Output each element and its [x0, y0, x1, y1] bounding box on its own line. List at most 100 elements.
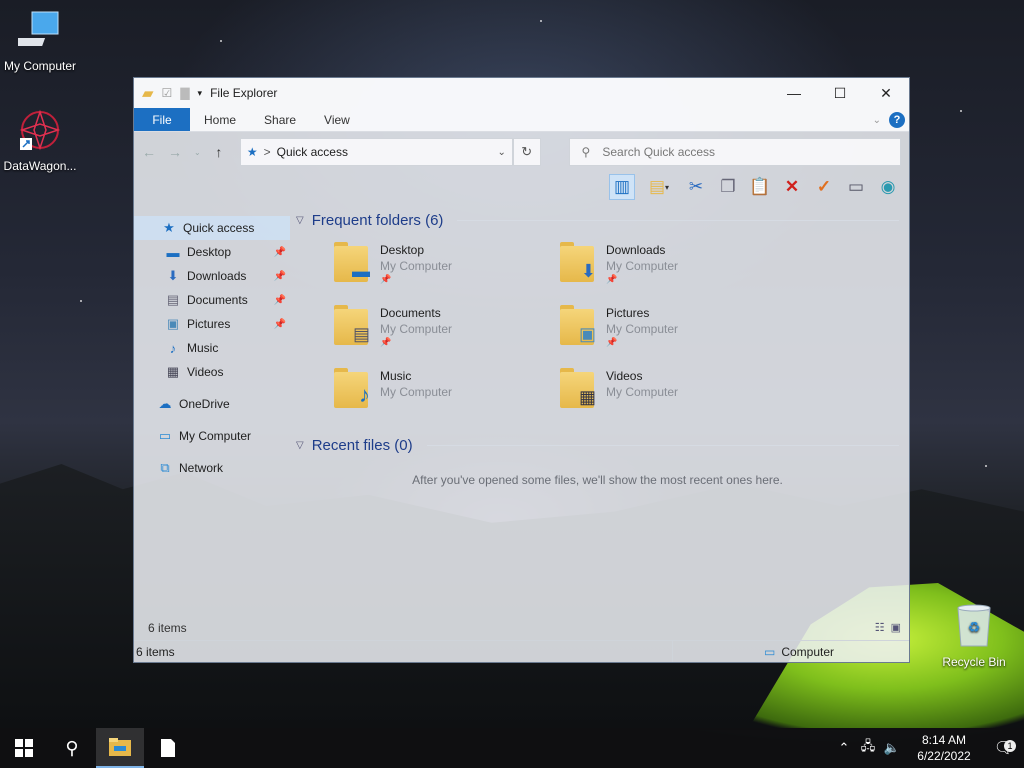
- checkmark-icon: ✓: [816, 177, 832, 196]
- folder-desktop-icon: ▬: [332, 240, 372, 284]
- properties-icon[interactable]: ☑: [162, 86, 173, 100]
- tab-file[interactable]: File: [134, 108, 190, 131]
- forward-arrow-icon[interactable]: →: [168, 144, 182, 160]
- clock[interactable]: 8:14 AM 6/22/2022: [904, 732, 984, 764]
- desktop-icon-recycle-bin[interactable]: ♻ Recycle Bin: [934, 602, 1014, 669]
- maximize-button[interactable]: ☐: [817, 78, 863, 108]
- search-button[interactable]: ⚲: [48, 728, 96, 768]
- folder-tile-desktop[interactable]: ▬ Desktop My Computer 📌: [332, 236, 558, 299]
- view-dropdown-chevron-icon: ▾: [665, 182, 670, 192]
- sidebar-item-label: Network: [179, 461, 224, 475]
- recycle-bin-icon: ♻: [957, 604, 991, 647]
- file-explorer-icon: [109, 738, 131, 756]
- copy-icon: ❐: [720, 177, 736, 196]
- delete-button[interactable]: ✕: [779, 174, 805, 200]
- collapse-chevron-icon: ▽: [296, 439, 304, 451]
- sidebar-item-videos[interactable]: ▦ Videos: [134, 360, 290, 384]
- customize-toolbar-chevron-icon[interactable]: ▾: [198, 88, 203, 99]
- view-options-button[interactable]: ▤ ▾: [641, 174, 677, 200]
- address-bar[interactable]: ★ > Quick access ⌄: [239, 138, 513, 166]
- title-bar[interactable]: ▰ ☑ ▇ ▾ File Explorer — ☐ ✕: [134, 78, 909, 108]
- back-arrow-icon[interactable]: ←: [142, 144, 156, 160]
- folder-tile-downloads[interactable]: ⬇ Downloads My Computer 📌: [558, 236, 784, 299]
- computer-icon: ▭: [764, 644, 776, 659]
- close-button[interactable]: ✕: [863, 78, 909, 108]
- pin-icon: 📌: [273, 318, 286, 330]
- sidebar-item-my-computer[interactable]: ▭ My Computer: [134, 424, 290, 448]
- action-center-button[interactable]: 🗨 1: [984, 738, 1024, 758]
- sidebar-item-network[interactable]: ⧉ Network: [134, 456, 290, 480]
- up-arrow-icon[interactable]: ↑: [212, 144, 226, 160]
- folder-location: My Computer: [380, 259, 453, 273]
- show-hidden-icons-chevron-icon[interactable]: ⌃: [832, 740, 856, 756]
- collapse-chevron-icon: ▽: [296, 214, 304, 226]
- address-dropdown-chevron-icon[interactable]: ⌄: [497, 147, 505, 158]
- desktop-icon-label: My Computer: [3, 59, 77, 73]
- recent-locations-chevron-icon[interactable]: ⌄: [194, 148, 201, 157]
- folder-location: My Computer: [380, 385, 453, 399]
- pane-layout-icon: ▥: [613, 177, 631, 196]
- desktop-icon-label: Recycle Bin: [942, 655, 1006, 669]
- folder-downloads-icon: ⬇: [558, 240, 598, 284]
- command-toolbar: ▥ ▤ ▾ ✂ ❐ 📋 ✕ ✓ ▭ ◉: [134, 172, 909, 202]
- tab-share[interactable]: Share: [250, 108, 310, 131]
- sidebar-item-music[interactable]: ♪ Music: [134, 336, 290, 360]
- sidebar-item-label: Documents: [187, 293, 248, 307]
- sidebar-item-label: Music: [187, 341, 219, 355]
- sidebar-item-label: Desktop: [187, 245, 232, 259]
- network-status-icon[interactable]: 🖧: [856, 737, 880, 759]
- new-folder-icon[interactable]: ▇: [180, 86, 189, 100]
- copy-button[interactable]: ❐: [715, 174, 741, 200]
- sidebar-item-label: Quick access: [183, 221, 255, 235]
- desktop-icon-my-computer[interactable]: My Computer: [0, 8, 80, 73]
- properties-card-icon: ▭: [847, 177, 865, 196]
- folder-tile-pictures[interactable]: ▣ Pictures My Computer 📌: [558, 299, 784, 362]
- navigation-pane-button[interactable]: ▥: [609, 174, 635, 200]
- taskbar-notepad[interactable]: [144, 728, 192, 768]
- star-icon: ★: [163, 220, 175, 235]
- explorer-folder-icon: ▰: [142, 85, 154, 102]
- sidebar-item-label: Pictures: [187, 317, 231, 331]
- file-explorer-window: ▰ ☑ ▇ ▾ File Explorer — ☐ ✕ File Home Sh…: [133, 77, 910, 663]
- sidebar-item-quick-access[interactable]: ★ Quick access: [134, 216, 290, 240]
- refresh-button[interactable]: ↻: [512, 138, 541, 166]
- large-icons-view-icon[interactable]: ▣: [891, 621, 901, 634]
- pin-icon: 📌: [606, 274, 618, 284]
- paste-button[interactable]: 📋: [747, 174, 773, 200]
- expand-ribbon-chevron-icon[interactable]: ⌄: [873, 115, 881, 126]
- sidebar-item-desktop[interactable]: ▬ Desktop 📌: [134, 240, 290, 264]
- minimize-button[interactable]: —: [771, 78, 817, 108]
- status-location: Computer: [781, 644, 835, 659]
- frequent-folders-header[interactable]: ▽ Frequent folders (6): [296, 208, 899, 232]
- sidebar-item-downloads[interactable]: ⬇ Downloads 📌: [134, 264, 290, 288]
- folder-tile-videos[interactable]: ▦ Videos My Computer: [558, 362, 784, 425]
- folder-tile-documents[interactable]: ▤ Documents My Computer 📌: [332, 299, 558, 362]
- rename-button[interactable]: ✓: [811, 174, 837, 200]
- properties-button[interactable]: ▭: [843, 174, 869, 200]
- ribbon-tabs: File Home Share View ⌄ ?: [134, 108, 909, 132]
- status-bar: 6 items ▭ Computer: [134, 640, 909, 662]
- volume-icon[interactable]: 🔈: [880, 740, 904, 756]
- desktop-icon-datawagon[interactable]: DataWagon...: [0, 108, 80, 173]
- details-view-icon[interactable]: ☷: [875, 621, 885, 634]
- datawagon-icon: [19, 109, 61, 151]
- tab-view[interactable]: View: [310, 108, 364, 131]
- windows-logo-icon: [15, 739, 33, 757]
- help-icon[interactable]: ?: [889, 112, 905, 128]
- recent-files-header[interactable]: ▽ Recent files (0): [296, 433, 899, 457]
- start-button[interactable]: [0, 728, 48, 768]
- sidebar-item-pictures[interactable]: ▣ Pictures 📌: [134, 312, 290, 336]
- breadcrumb-separator[interactable]: >: [264, 145, 271, 159]
- breadcrumb[interactable]: Quick access: [277, 145, 348, 159]
- search-input[interactable]: ⚲ Search Quick access: [568, 138, 901, 166]
- cut-button[interactable]: ✂: [683, 174, 709, 200]
- folder-pictures-icon: ▣: [558, 303, 598, 347]
- folder-tile-music[interactable]: ♪ Music My Computer: [332, 362, 558, 425]
- network-globe-button[interactable]: ◉: [875, 174, 901, 200]
- desktop-icon: ▬: [166, 244, 180, 260]
- monitor-icon: [10, 11, 59, 46]
- tab-home[interactable]: Home: [190, 108, 250, 131]
- taskbar-file-explorer[interactable]: [96, 728, 144, 768]
- sidebar-item-onedrive[interactable]: ☁ OneDrive: [134, 392, 290, 416]
- sidebar-item-documents[interactable]: ▤ Documents 📌: [134, 288, 290, 312]
